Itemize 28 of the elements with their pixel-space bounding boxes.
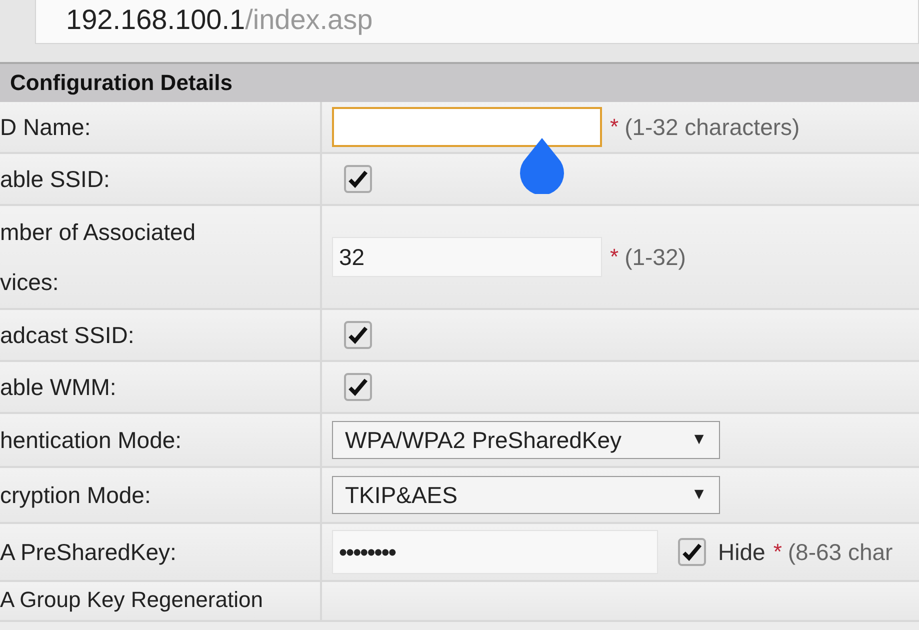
dropdown[interactable]: WPA/WPA2 PreSharedKey ▼: [332, 421, 720, 459]
checkbox[interactable]: [344, 321, 372, 349]
field-label: A PreSharedKey:: [0, 538, 178, 567]
checkbox[interactable]: [344, 373, 372, 401]
field-label: adcast SSID:: [0, 321, 136, 350]
required-mark: *: [773, 539, 782, 565]
hint-text: (8-63 char: [788, 538, 893, 566]
text-field[interactable]: 32: [332, 237, 602, 277]
checkbox[interactable]: [344, 165, 372, 193]
field-label: mber of Associated vices:: [0, 218, 197, 297]
field-label: D Name:: [0, 113, 92, 142]
text-field[interactable]: [332, 107, 602, 147]
hint-text: (1-32): [624, 244, 686, 270]
address-bar[interactable]: 192.168.100.1/index.asp: [35, 0, 919, 44]
required-mark: *: [610, 244, 619, 270]
required-mark: *: [610, 114, 619, 140]
field-label: able SSID:: [0, 165, 111, 194]
field-label: A Group Key Regeneration: [0, 586, 263, 614]
field-label: able WMM:: [0, 373, 118, 402]
selection-handle-icon[interactable]: [518, 138, 566, 194]
dropdown[interactable]: TKIP&AES ▼: [332, 476, 720, 514]
field-label: cryption Mode:: [0, 481, 152, 510]
section-title: Configuration Details: [10, 70, 232, 96]
hint-text: (1-32 characters): [624, 114, 800, 140]
password-field[interactable]: ••••••••: [332, 530, 658, 574]
field-label: hentication Mode:: [0, 426, 183, 455]
checkbox-label: Hide: [718, 538, 766, 566]
checkbox[interactable]: [678, 538, 706, 566]
